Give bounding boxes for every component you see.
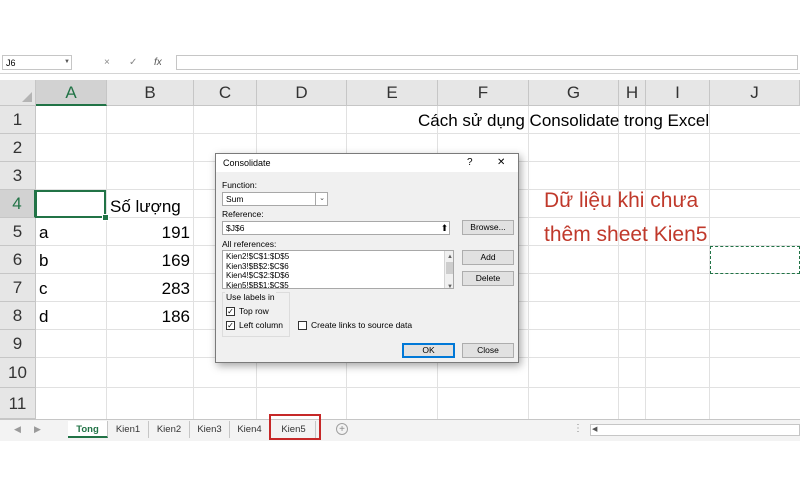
column-header-h[interactable]: H — [619, 80, 646, 106]
row-header-10[interactable]: 10 — [0, 358, 36, 388]
list-item[interactable]: Kien4!$C$2:$D$6 — [226, 271, 450, 281]
references-scrollbar[interactable]: ▲ ▼ — [444, 251, 453, 288]
row-header-8[interactable]: 8 — [0, 302, 36, 330]
row-header-6[interactable]: 6 — [0, 246, 36, 274]
gridline — [106, 106, 107, 419]
kien5-highlight-box — [269, 414, 321, 440]
list-item[interactable]: Kien2!$C$1:$D$5 — [226, 252, 450, 262]
row-header-4[interactable]: 4 — [0, 190, 36, 218]
left-column-checkbox[interactable]: ✓ — [226, 321, 235, 330]
function-label: Function: — [222, 180, 257, 190]
name-box[interactable]: J6 — [2, 55, 72, 70]
sheet-title-text: Cách sử dụng Consolidate trong Excel — [418, 111, 710, 130]
column-header-d[interactable]: D — [257, 80, 347, 106]
column-header-a[interactable]: A — [36, 80, 107, 106]
create-links-checkbox[interactable] — [298, 321, 307, 330]
consolidate-dialog: Consolidate ? ✕ Function: Sum ⌄ Referenc… — [215, 153, 519, 363]
row-header-9[interactable]: 9 — [0, 330, 36, 358]
cell-label: a — [39, 223, 49, 242]
ok-button[interactable]: OK — [402, 343, 455, 358]
annotation-line: Dữ liệu khi chưa — [544, 189, 699, 212]
sheet-tab-kien2[interactable]: Kien2 — [149, 421, 190, 438]
row-header-1[interactable]: 1 — [0, 106, 36, 134]
top-row-label[interactable]: Top row — [239, 306, 269, 317]
chevron-left-icon[interactable]: ◀ — [14, 422, 21, 436]
dialog-title: Consolidate — [223, 158, 271, 168]
all-references-list[interactable]: Kien2!$C$1:$D$5 Kien3!$B$2:$C$6 Kien4!$C… — [222, 250, 454, 289]
column-header-c[interactable]: C — [194, 80, 257, 106]
gridline — [193, 106, 194, 419]
function-select-value: Sum — [226, 194, 244, 204]
column-header-f[interactable]: F — [438, 80, 529, 106]
list-item[interactable]: Kien3!$B$2:$C$6 — [226, 262, 450, 272]
sheet-tab-tong[interactable]: Tong — [68, 421, 108, 438]
top-row-checkbox[interactable]: ✓ — [226, 307, 235, 316]
gridline — [618, 106, 619, 419]
row-header-7[interactable]: 7 — [0, 274, 36, 302]
column-header-g[interactable]: G — [529, 80, 619, 106]
cell-label: c — [39, 279, 48, 298]
scroll-down-icon[interactable]: ▼ — [445, 281, 453, 288]
column-header-e[interactable]: E — [347, 80, 438, 106]
sheet-tab-kien3[interactable]: Kien3 — [190, 421, 230, 438]
column-header-b[interactable]: B — [107, 80, 194, 106]
cell-label: b — [39, 251, 49, 270]
gridline — [36, 133, 800, 134]
row-header-11[interactable]: 11 — [0, 388, 36, 419]
gridline — [36, 387, 800, 388]
sheet-tab-kien4[interactable]: Kien4 — [230, 421, 270, 438]
row-header-3[interactable]: 3 — [0, 162, 36, 190]
column-header-j[interactable]: J — [710, 80, 800, 106]
create-links-label[interactable]: Create links to source data — [311, 320, 412, 331]
list-item[interactable]: Kien5!$B$1:$C$5 — [226, 281, 450, 289]
function-select[interactable]: Sum — [222, 192, 328, 206]
scroll-thumb[interactable] — [446, 262, 453, 274]
column-header-i[interactable]: I — [646, 80, 710, 106]
add-button[interactable]: Add — [462, 250, 514, 265]
cell-b4-header: Số lượng — [110, 197, 181, 216]
active-cell-a4[interactable] — [35, 190, 106, 218]
scroll-left-icon[interactable]: ◀ — [592, 424, 597, 436]
horizontal-scrollbar[interactable] — [590, 424, 800, 436]
add-sheet-icon[interactable]: + — [336, 423, 348, 435]
gridline — [645, 106, 646, 419]
cell-value: 186 — [161, 307, 190, 326]
annotation-line: thêm sheet Kien5 — [544, 223, 708, 246]
close-icon[interactable]: ✕ — [497, 154, 505, 172]
chevron-right-icon[interactable]: ▶ — [34, 422, 41, 436]
sheet-tab-kien1[interactable]: Kien1 — [108, 421, 149, 438]
cell-value: 191 — [161, 223, 190, 242]
copy-marquee-j6 — [710, 246, 800, 274]
help-icon[interactable]: ? — [467, 154, 473, 172]
row-header-2[interactable]: 2 — [0, 134, 36, 162]
use-labels-label: Use labels in — [225, 292, 276, 303]
reference-input[interactable]: $J$6 — [222, 221, 450, 235]
reference-label: Reference: — [222, 209, 264, 219]
cell-value: 169 — [161, 251, 190, 270]
chevron-down-icon[interactable]: ⌄ — [315, 193, 328, 205]
annotation-text: Dữ liệu khi chưa thêm sheet Kien5 — [544, 184, 707, 252]
select-all-triangle-icon — [22, 92, 32, 102]
cancel-icon[interactable]: × — [104, 55, 110, 70]
row-header-5[interactable]: 5 — [0, 218, 36, 246]
left-column-label[interactable]: Left column — [239, 320, 283, 331]
formula-input[interactable] — [176, 55, 798, 70]
enter-icon[interactable]: ✓ — [129, 55, 137, 70]
collapse-dialog-icon[interactable]: ⬆ — [440, 222, 449, 234]
gridline — [528, 106, 529, 419]
insert-function-icon[interactable]: fx — [154, 55, 162, 70]
cell-label: d — [39, 307, 49, 326]
all-references-label: All references: — [222, 239, 277, 249]
delete-button[interactable]: Delete — [462, 271, 514, 286]
scroll-splitter-icon[interactable]: ⋮ — [573, 422, 583, 436]
close-button[interactable]: Close — [462, 343, 514, 358]
cell-value: 283 — [161, 279, 190, 298]
chevron-down-icon[interactable]: ▼ — [64, 55, 70, 70]
browse-button[interactable]: Browse... — [462, 220, 514, 235]
fill-handle[interactable] — [102, 214, 109, 221]
